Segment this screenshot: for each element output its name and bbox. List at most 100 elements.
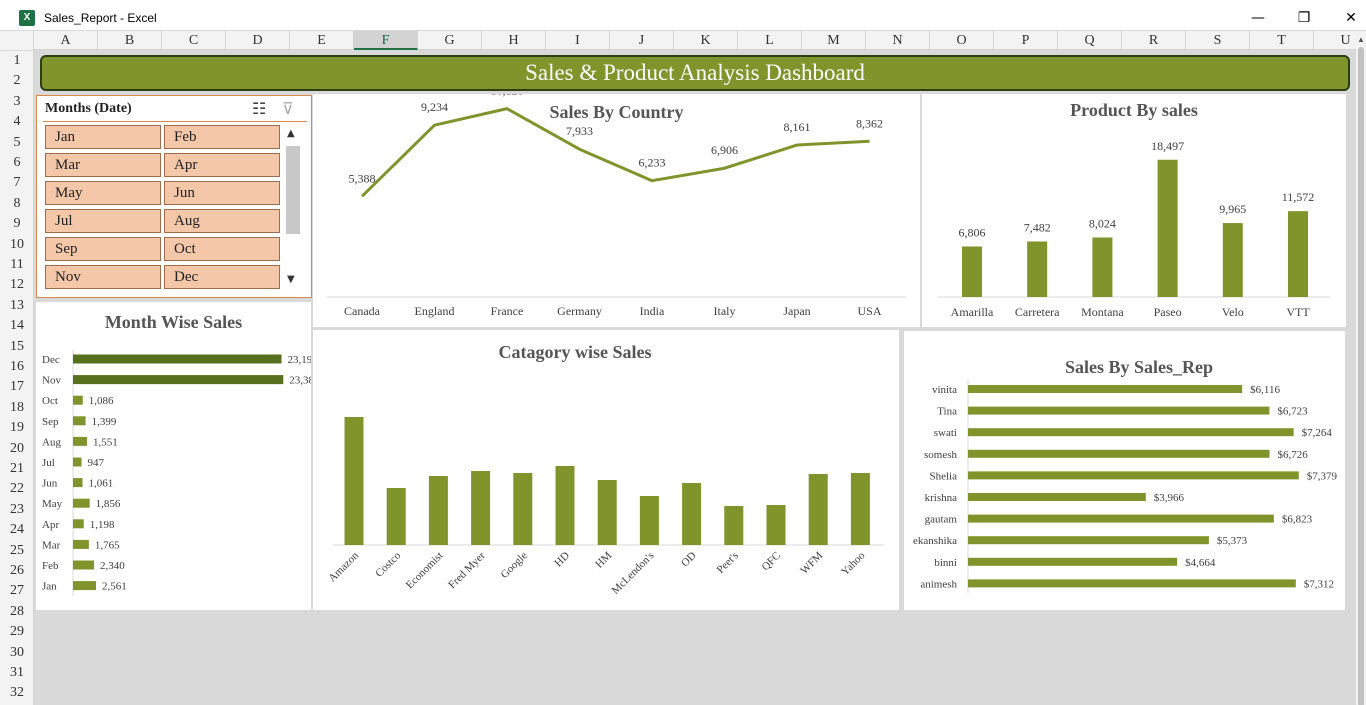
column-header-l[interactable]: L — [738, 31, 802, 50]
row-header[interactable]: 19 — [0, 418, 34, 438]
row-header[interactable]: 9 — [0, 214, 34, 234]
scroll-up-icon[interactable]: ▲ — [1357, 35, 1365, 44]
x-tick-label: HM — [593, 549, 614, 570]
row-header[interactable]: 24 — [0, 520, 34, 540]
y-tick-label: Oct — [42, 395, 58, 407]
slicer-item-sep[interactable]: Sep — [45, 237, 161, 261]
row-header[interactable]: 10 — [0, 235, 34, 255]
column-header-g[interactable]: G — [418, 31, 482, 50]
bar — [968, 471, 1299, 480]
restore-button[interactable]: ❐ — [1294, 8, 1314, 28]
column-header-k[interactable]: K — [674, 31, 738, 50]
country-chart-panel[interactable]: Sales By Country 5,388 Canada 9,234 England… — [313, 94, 920, 327]
category-chart-panel[interactable]: Catagory wise Sales Amazon Costco Economis… — [313, 330, 899, 610]
x-tick-label: Germany — [557, 304, 602, 318]
column-header-a[interactable]: A — [34, 31, 98, 50]
month-chart-panel[interactable]: Month Wise Sales Dec23,193Nov23,389Oct1,… — [36, 302, 311, 610]
x-tick-label: Costco — [373, 549, 403, 579]
row-header[interactable]: 28 — [0, 602, 34, 622]
row-header[interactable]: 27 — [0, 581, 34, 601]
row-header[interactable]: 5 — [0, 133, 34, 153]
row-header[interactable]: 29 — [0, 622, 34, 642]
x-tick-label: OD — [679, 550, 699, 570]
row-header[interactable]: 18 — [0, 398, 34, 418]
column-header-n[interactable]: N — [866, 31, 930, 50]
row-header[interactable]: 12 — [0, 275, 34, 295]
slicer-scroll-down-icon[interactable]: ▼ — [287, 274, 295, 285]
row-header[interactable]: 6 — [0, 153, 34, 173]
x-tick-label: McLendon's — [609, 550, 656, 597]
data-label: 7,933 — [566, 124, 593, 138]
row-header[interactable]: 23 — [0, 500, 34, 520]
data-label: 1,765 — [95, 539, 120, 551]
row-header[interactable]: 25 — [0, 541, 34, 561]
column-header-d[interactable]: D — [226, 31, 290, 50]
column-header-r[interactable]: R — [1122, 31, 1186, 50]
minimize-button[interactable]: — — [1248, 8, 1268, 28]
row-header[interactable]: 4 — [0, 112, 34, 132]
row-header[interactable]: 17 — [0, 377, 34, 397]
data-label: 7,482 — [1024, 220, 1051, 234]
column-header-p[interactable]: P — [994, 31, 1058, 50]
column-header-j[interactable]: J — [610, 31, 674, 50]
column-header-q[interactable]: Q — [1058, 31, 1122, 50]
row-header[interactable]: 22 — [0, 479, 34, 499]
data-label: $7,264 — [1302, 427, 1333, 439]
x-tick-label: Canada — [344, 304, 381, 318]
row-header[interactable]: 32 — [0, 683, 34, 703]
column-header-s[interactable]: S — [1186, 31, 1250, 50]
row-header[interactable]: 14 — [0, 316, 34, 336]
column-header-o[interactable]: O — [930, 31, 994, 50]
close-button[interactable]: ✕ — [1341, 8, 1361, 28]
column-header-t[interactable]: T — [1250, 31, 1314, 50]
clear-filter-icon[interactable]: ⊽ — [282, 99, 294, 118]
bar — [766, 505, 786, 545]
column-header-m[interactable]: M — [802, 31, 866, 50]
row-header[interactable]: 16 — [0, 357, 34, 377]
x-tick-label: Velo — [1222, 305, 1244, 319]
row-header[interactable]: 7 — [0, 173, 34, 193]
slicer-item-aug[interactable]: Aug — [164, 209, 280, 233]
x-tick-label: Amazon — [326, 549, 361, 584]
column-header-f[interactable]: F — [354, 31, 418, 50]
rep-chart-panel[interactable]: Sales By Sales_Rep vinita $6,116 Tina $6,72… — [904, 331, 1345, 610]
multi-select-icon[interactable]: ☷ — [252, 99, 266, 118]
slicer-item-jan[interactable]: Jan — [45, 125, 161, 149]
slicer-scroll-up-icon[interactable]: ▲ — [287, 128, 295, 139]
select-all-corner[interactable] — [0, 31, 34, 50]
window-title: Sales_Report - Excel — [44, 11, 157, 25]
slicer-item-mar[interactable]: Mar — [45, 153, 161, 177]
row-header[interactable]: 1 — [0, 51, 34, 71]
column-header-c[interactable]: C — [162, 31, 226, 50]
bar — [73, 560, 95, 570]
column-header-e[interactable]: E — [290, 31, 354, 50]
row-header[interactable]: 26 — [0, 561, 34, 581]
row-header[interactable]: 13 — [0, 296, 34, 316]
slicer-item-jun[interactable]: Jun — [164, 181, 280, 205]
slicer-item-apr[interactable]: Apr — [164, 153, 280, 177]
slicer-item-jul[interactable]: Jul — [45, 209, 161, 233]
slicer-item-oct[interactable]: Oct — [164, 237, 280, 261]
y-tick-label: gautam — [925, 514, 958, 526]
y-tick-label: ekanshika — [913, 535, 957, 547]
row-header[interactable]: 8 — [0, 194, 34, 214]
slicer-item-nov[interactable]: Nov — [45, 265, 161, 289]
column-header-b[interactable]: B — [98, 31, 162, 50]
row-header[interactable]: 11 — [0, 255, 34, 275]
slicer-item-may[interactable]: May — [45, 181, 161, 205]
slicer-item-dec[interactable]: Dec — [164, 265, 280, 289]
row-header[interactable]: 30 — [0, 643, 34, 663]
product-chart-panel[interactable]: Product By sales 6,806 Amarilla 7,482 Carre… — [922, 94, 1346, 327]
bar — [1222, 223, 1243, 297]
column-header-i[interactable]: I — [546, 31, 610, 50]
row-header[interactable]: 3 — [0, 92, 34, 112]
row-header[interactable]: 15 — [0, 337, 34, 357]
slicer-scroll-thumb[interactable] — [286, 146, 300, 234]
row-header[interactable]: 21 — [0, 459, 34, 479]
slicer-item-feb[interactable]: Feb — [164, 125, 280, 149]
y-tick-label: Jun — [42, 478, 58, 490]
row-header[interactable]: 20 — [0, 439, 34, 459]
row-header[interactable]: 31 — [0, 663, 34, 683]
row-header[interactable]: 2 — [0, 71, 34, 91]
column-header-h[interactable]: H — [482, 31, 546, 50]
